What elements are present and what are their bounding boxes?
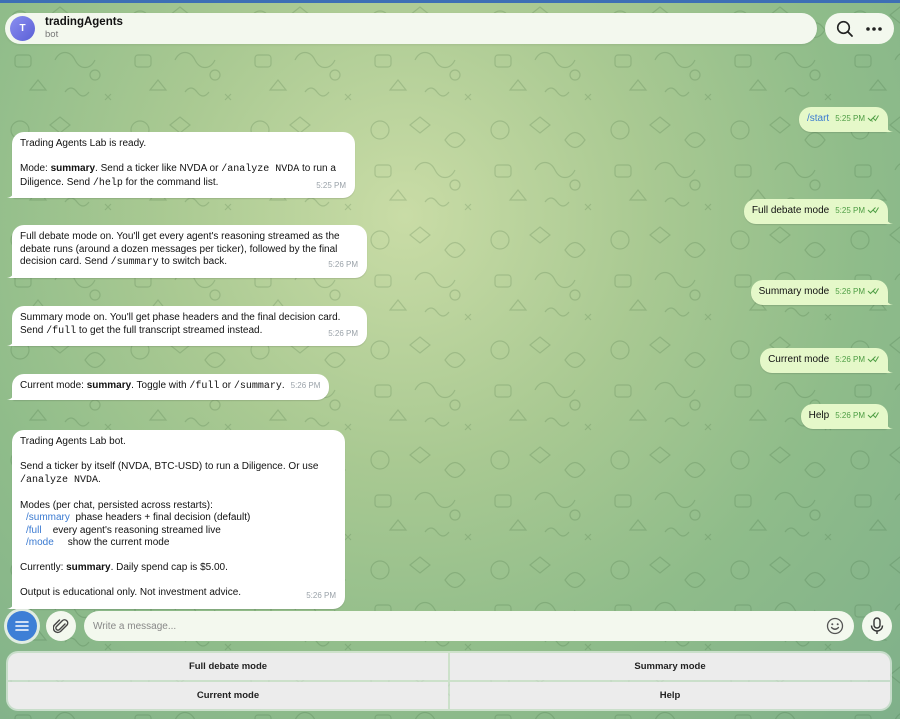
command-row: /mode show the current mode bbox=[26, 537, 170, 548]
double-check-icon bbox=[867, 356, 879, 363]
command-text[interactable]: /start bbox=[807, 113, 829, 124]
double-check-icon bbox=[867, 115, 879, 122]
command-row: /summary phase headers + final decision … bbox=[26, 512, 251, 523]
message-line: Currently: summary. Daily spend cap is $… bbox=[20, 562, 228, 573]
incoming-message[interactable]: Summary mode on. You'll get phase header… bbox=[7, 306, 367, 346]
window-top-border bbox=[0, 0, 900, 3]
command-link[interactable]: /mode bbox=[26, 537, 54, 548]
chat-header[interactable]: T tradingAgents bot bbox=[5, 13, 817, 44]
voice-record-button[interactable] bbox=[862, 611, 892, 641]
keyboard-button-help[interactable]: Help bbox=[450, 682, 890, 709]
keyboard-button-summary-mode[interactable]: Summary mode bbox=[450, 653, 890, 680]
keyboard-button-full-debate-mode[interactable]: Full debate mode bbox=[8, 653, 448, 680]
message-text: Current mode bbox=[768, 354, 830, 365]
keyboard-button-current-mode[interactable]: Current mode bbox=[8, 682, 448, 709]
message-body: Current mode: summary. Toggle with /full… bbox=[20, 380, 321, 392]
message-time: 5:25 PM bbox=[835, 114, 865, 123]
message-time: 5:26 PM bbox=[835, 355, 865, 364]
outgoing-message[interactable]: /start 5:25 PM bbox=[798, 107, 893, 132]
message-body: Full debate mode on. You'll get every ag… bbox=[20, 231, 358, 270]
outgoing-message[interactable]: Help 5:26 PM bbox=[800, 404, 893, 429]
message-body: Summary mode on. You'll get phase header… bbox=[20, 312, 358, 338]
bot-avatar[interactable]: T bbox=[10, 16, 35, 41]
emoji-icon[interactable] bbox=[822, 613, 848, 639]
microphone-icon bbox=[870, 617, 884, 634]
incoming-message[interactable]: Current mode: summary. Toggle with /full… bbox=[7, 374, 330, 400]
attach-button[interactable] bbox=[46, 611, 76, 641]
command-row: /full every agent's reasoning streamed l… bbox=[26, 524, 221, 536]
outgoing-message[interactable]: Summary mode 5:26 PM bbox=[750, 280, 893, 305]
message-time: 5:26 PM bbox=[835, 411, 865, 420]
incoming-message[interactable]: Trading Agents Lab is ready. Mode: summa… bbox=[7, 132, 355, 198]
bot-menu-button[interactable] bbox=[7, 611, 37, 641]
message-line: Trading Agents Lab is ready. bbox=[20, 138, 147, 149]
chat-title: tradingAgents bbox=[45, 16, 123, 29]
message-text: Summary mode bbox=[758, 286, 830, 297]
command-link[interactable]: /full bbox=[26, 525, 42, 536]
message-time: 5:26 PM bbox=[835, 287, 865, 296]
outgoing-message[interactable]: Full debate mode 5:25 PM bbox=[743, 199, 893, 224]
paperclip-icon bbox=[53, 619, 69, 634]
message-line: Modes (per chat, persisted across restar… bbox=[20, 499, 213, 511]
message-input-container bbox=[84, 611, 854, 641]
message-line: Output is educational only. Not investme… bbox=[20, 587, 336, 600]
reply-keyboard: Full debate mode Summary mode Current mo… bbox=[6, 651, 892, 711]
incoming-message[interactable]: Trading Agents Lab bot. Send a ticker by… bbox=[7, 430, 345, 609]
chat-subtitle: bot bbox=[45, 28, 59, 40]
search-icon[interactable] bbox=[833, 17, 857, 41]
command-link[interactable]: /summary bbox=[26, 512, 70, 523]
header-actions bbox=[825, 13, 894, 44]
incoming-message[interactable]: Full debate mode on. You'll get every ag… bbox=[7, 225, 367, 278]
message-time: 5:26 PM bbox=[328, 260, 358, 269]
menu-icon bbox=[15, 621, 29, 631]
message-time: 5:25 PM bbox=[835, 206, 865, 215]
message-time: 5:26 PM bbox=[328, 328, 358, 338]
more-icon[interactable] bbox=[862, 17, 886, 41]
message-text: Help bbox=[808, 410, 830, 421]
double-check-icon bbox=[867, 412, 879, 419]
message-time: 5:25 PM bbox=[316, 180, 346, 190]
message-time: 5:26 PM bbox=[306, 591, 336, 600]
message-text: Full debate mode bbox=[751, 205, 830, 216]
double-check-icon bbox=[867, 207, 879, 214]
message-line: Trading Agents Lab bot. bbox=[20, 436, 126, 447]
outgoing-message[interactable]: Current mode 5:26 PM bbox=[760, 348, 893, 373]
message-time: 5:26 PM bbox=[290, 381, 321, 390]
double-check-icon bbox=[867, 288, 879, 295]
message-line: Send a ticker by itself (NVDA, BTC-USD) … bbox=[20, 461, 319, 486]
message-body: Mode: summary. Send a ticker like NVDA o… bbox=[20, 163, 346, 190]
message-input[interactable] bbox=[93, 620, 822, 632]
